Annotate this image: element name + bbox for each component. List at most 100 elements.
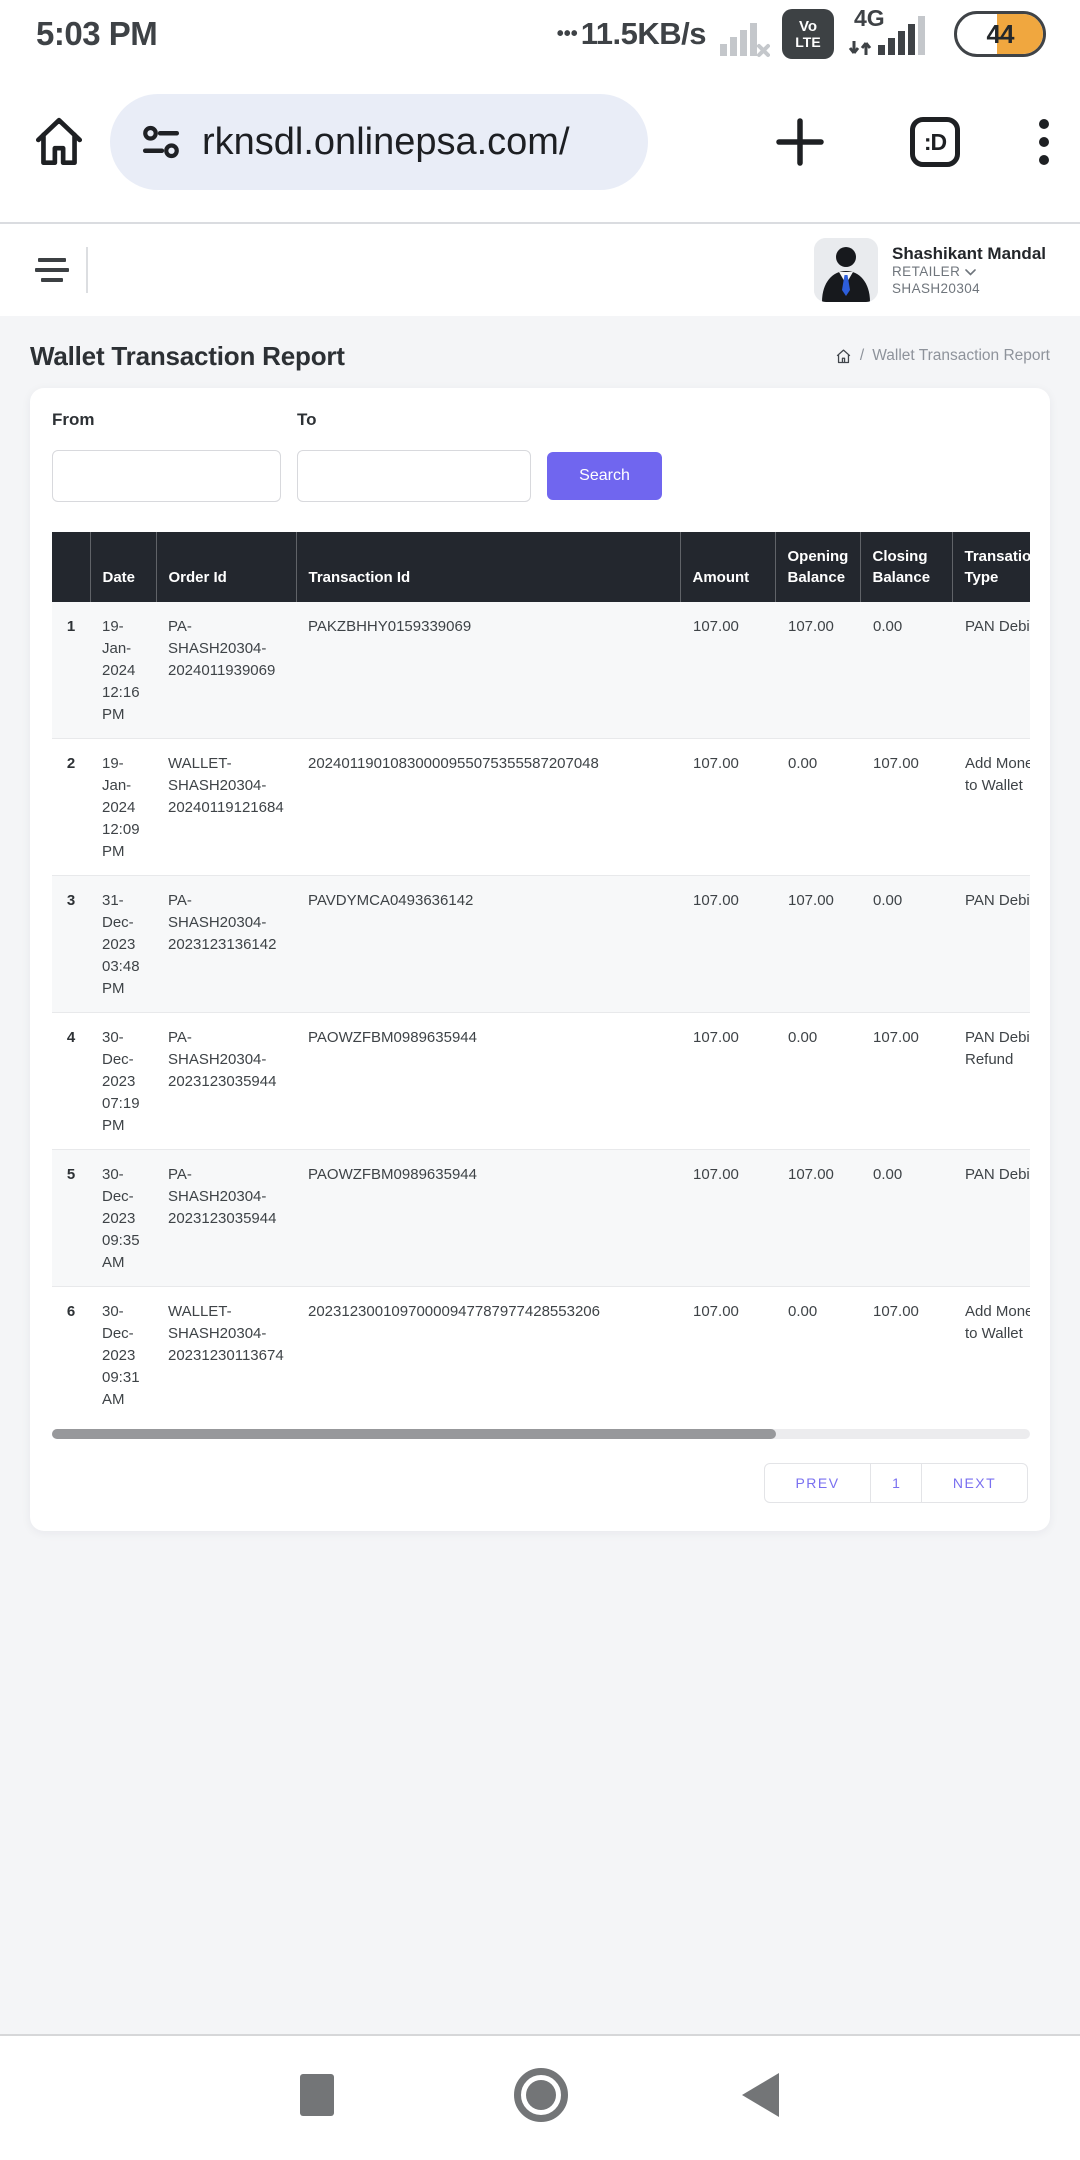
current-page-button[interactable]: 1 bbox=[870, 1464, 922, 1502]
col-header-transaction-id: Transaction Id bbox=[296, 532, 680, 602]
cell-opening-balance: 107.00 bbox=[775, 876, 860, 1013]
user-name: Shashikant Mandal bbox=[892, 243, 1046, 264]
filter-bar: From To Search bbox=[52, 410, 1028, 502]
to-label: To bbox=[297, 410, 531, 430]
cell-amount: 107.00 bbox=[680, 876, 775, 1013]
browser-menu-kebab-icon[interactable] bbox=[1038, 114, 1050, 170]
back-button-icon[interactable] bbox=[742, 2073, 779, 2117]
table-row: 3 31-Dec-2023 03:48 PM PA-SHASH20304-202… bbox=[52, 876, 1030, 1013]
cell-order-id: PA-SHASH20304-2023123035944 bbox=[156, 1150, 296, 1287]
from-date-input[interactable] bbox=[52, 450, 281, 502]
cell-sn: 5 bbox=[52, 1150, 90, 1287]
next-page-button[interactable]: NEXT bbox=[922, 1464, 1027, 1502]
table-header-row: Date Order Id Transaction Id Amount Open… bbox=[52, 532, 1030, 602]
cell-sn: 6 bbox=[52, 1287, 90, 1424]
page-content: Wallet Transaction Report / Wallet Trans… bbox=[0, 316, 1080, 2034]
sidebar-menu-icon[interactable] bbox=[34, 258, 70, 282]
scrollbar-thumb[interactable] bbox=[52, 1429, 776, 1439]
cell-sn: 3 bbox=[52, 876, 90, 1013]
cell-closing-balance: 107.00 bbox=[860, 739, 952, 876]
android-navigation-bar bbox=[0, 2036, 1080, 2158]
cell-amount: 107.00 bbox=[680, 1150, 775, 1287]
header-divider bbox=[86, 247, 88, 293]
cell-transaction-type: Add Money to Wallet bbox=[952, 1287, 1030, 1424]
avatar[interactable] bbox=[814, 238, 878, 302]
home-icon[interactable] bbox=[30, 113, 88, 171]
transactions-table-container[interactable]: Date Order Id Transaction Id Amount Open… bbox=[52, 532, 1030, 1423]
cell-order-id: PA-SHASH20304-2024011939069 bbox=[156, 602, 296, 739]
battery-icon: 44 bbox=[954, 11, 1046, 57]
cell-amount: 107.00 bbox=[680, 602, 775, 739]
battery-percent: 44 bbox=[957, 14, 1043, 54]
cell-transaction-id: PAOWZFBM0989635944 bbox=[296, 1150, 680, 1287]
col-header-amount: Amount bbox=[680, 532, 775, 602]
url-bar[interactable]: rknsdl.onlinepsa.com/ bbox=[110, 94, 648, 190]
col-header-closing-balance: Closing Balance bbox=[860, 532, 952, 602]
url-text[interactable]: rknsdl.onlinepsa.com/ bbox=[202, 121, 570, 164]
browser-toolbar: rknsdl.onlinepsa.com/ :D bbox=[0, 62, 1080, 222]
cell-opening-balance: 0.00 bbox=[775, 1287, 860, 1424]
cell-order-id: PA-SHASH20304-2023123035944 bbox=[156, 1013, 296, 1150]
cell-date: 19-Jan-2024 12:16 PM bbox=[90, 602, 156, 739]
cell-transaction-type: PAN Debit bbox=[952, 602, 1030, 739]
cell-opening-balance: 0.00 bbox=[775, 1013, 860, 1150]
search-button[interactable]: Search bbox=[547, 452, 662, 500]
recents-button-icon[interactable] bbox=[300, 2074, 334, 2116]
volte-icon: Vo LTE bbox=[782, 9, 834, 59]
tab-switcher-icon[interactable]: :D bbox=[910, 117, 960, 167]
cell-closing-balance: 107.00 bbox=[860, 1287, 952, 1424]
cell-transaction-id: PAOWZFBM0989635944 bbox=[296, 1013, 680, 1150]
breadcrumb-separator: / bbox=[860, 347, 864, 365]
phone-screen: 5:03 PM ••• 11.5KB/s Vo LTE bbox=[0, 0, 1080, 2160]
cell-transaction-type: PAN Debit bbox=[952, 1150, 1030, 1287]
user-info[interactable]: Shashikant Mandal RETAILER SHASH20304 bbox=[892, 243, 1046, 298]
cell-opening-balance: 107.00 bbox=[775, 1150, 860, 1287]
col-header-transaction-type: Transation Type bbox=[952, 532, 1030, 602]
cell-closing-balance: 0.00 bbox=[860, 876, 952, 1013]
cell-opening-balance: 107.00 bbox=[775, 602, 860, 739]
breadcrumb-current: Wallet Transaction Report bbox=[872, 347, 1050, 365]
prev-page-button[interactable]: PREV bbox=[765, 1464, 870, 1502]
clock: 5:03 PM bbox=[36, 15, 157, 53]
user-id: SHASH20304 bbox=[892, 281, 1046, 298]
table-row: 4 30-Dec-2023 07:19 PM PA-SHASH20304-202… bbox=[52, 1013, 1030, 1150]
sim1-no-signal-icon bbox=[718, 10, 770, 58]
status-bar: 5:03 PM ••• 11.5KB/s Vo LTE bbox=[0, 0, 1080, 62]
col-header-date: Date bbox=[90, 532, 156, 602]
to-date-input[interactable] bbox=[297, 450, 531, 502]
page-title: Wallet Transaction Report bbox=[30, 341, 345, 372]
table-row: 5 30-Dec-2023 09:35 AM PA-SHASH20304-202… bbox=[52, 1150, 1030, 1287]
report-card: From To Search bbox=[30, 388, 1050, 1531]
user-role[interactable]: RETAILER bbox=[892, 264, 1046, 281]
cell-closing-balance: 0.00 bbox=[860, 1150, 952, 1287]
col-header-order-id: Order Id bbox=[156, 532, 296, 602]
cell-date: 31-Dec-2023 03:48 PM bbox=[90, 876, 156, 1013]
cell-date: 30-Dec-2023 09:35 AM bbox=[90, 1150, 156, 1287]
transactions-table: Date Order Id Transaction Id Amount Open… bbox=[52, 532, 1030, 1423]
cell-transaction-type: PAN Debit Refund bbox=[952, 1013, 1030, 1150]
cell-amount: 107.00 bbox=[680, 1287, 775, 1424]
network-activity-dots: ••• bbox=[557, 23, 578, 46]
table-row: 1 19-Jan-2024 12:16 PM PA-SHASH20304-202… bbox=[52, 602, 1030, 739]
cell-order-id: PA-SHASH20304-2023123136142 bbox=[156, 876, 296, 1013]
cell-opening-balance: 0.00 bbox=[775, 739, 860, 876]
col-header-opening-balance: Opening Balance bbox=[775, 532, 860, 602]
col-header-sn bbox=[52, 532, 90, 602]
cell-order-id: WALLET-SHASH20304-20231230113674 bbox=[156, 1287, 296, 1424]
cell-order-id: WALLET-SHASH20304-20240119121684 bbox=[156, 739, 296, 876]
breadcrumb-home-icon[interactable] bbox=[835, 348, 852, 365]
site-settings-tune-icon[interactable] bbox=[140, 121, 182, 163]
android-home-button-icon[interactable] bbox=[514, 2068, 568, 2122]
cell-sn: 1 bbox=[52, 602, 90, 739]
table-row: 6 30-Dec-2023 09:31 AM WALLET-SHASH20304… bbox=[52, 1287, 1030, 1424]
cell-closing-balance: 107.00 bbox=[860, 1013, 952, 1150]
cell-transaction-id: PAKZBHHY0159339069 bbox=[296, 602, 680, 739]
cell-transaction-id: PAVDYMCA0493636142 bbox=[296, 876, 680, 1013]
cell-transaction-type: Add Money to Wallet bbox=[952, 739, 1030, 876]
breadcrumb: / Wallet Transaction Report bbox=[835, 347, 1050, 365]
cell-sn: 4 bbox=[52, 1013, 90, 1150]
horizontal-scrollbar[interactable] bbox=[52, 1429, 1030, 1439]
new-tab-icon[interactable] bbox=[774, 116, 826, 168]
network-speed: 11.5KB/s bbox=[581, 16, 706, 52]
cell-transaction-type: PAN Debit bbox=[952, 876, 1030, 1013]
